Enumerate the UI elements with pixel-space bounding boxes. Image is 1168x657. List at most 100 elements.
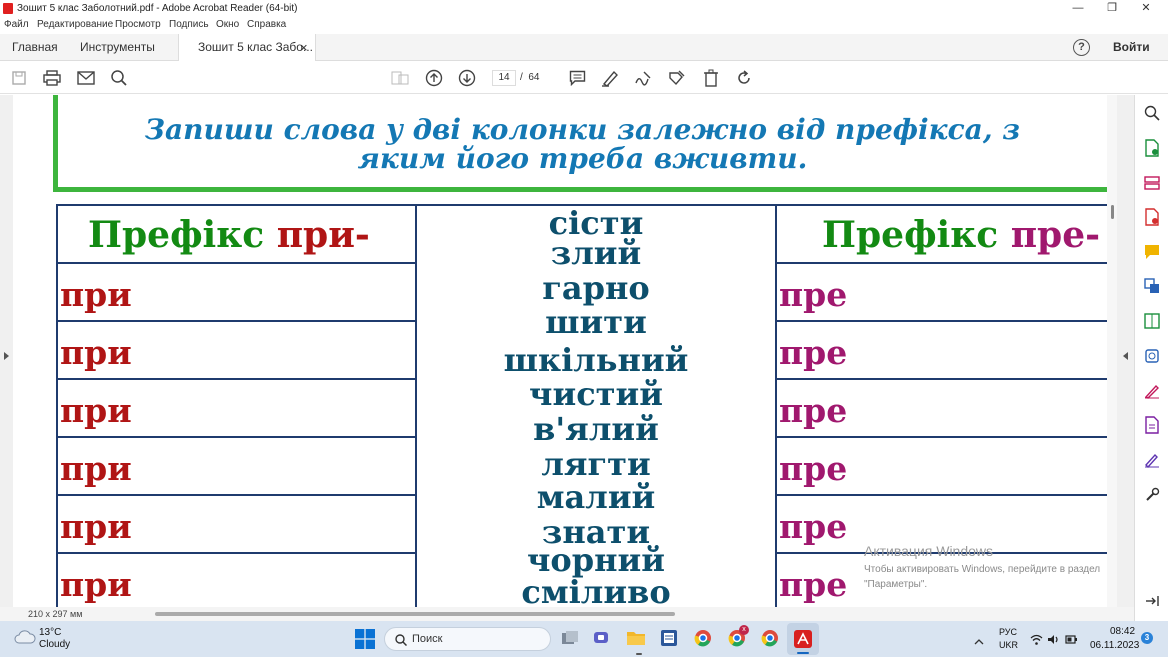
highlight-pen-icon[interactable] [600, 68, 620, 88]
edit-tag-icon[interactable] [667, 68, 687, 88]
right-tools-panel [1134, 95, 1168, 621]
file-explorer-icon[interactable] [626, 629, 646, 647]
battery-icon[interactable] [1065, 632, 1078, 644]
draw-sign-icon[interactable] [633, 68, 653, 88]
weather-cloud-icon[interactable] [14, 630, 36, 644]
combine-files-icon[interactable] [1143, 277, 1161, 295]
left-header-word: Префікс [88, 214, 265, 256]
right-cell-prefix: пре [779, 449, 848, 488]
word-item: в'ялий [533, 410, 659, 448]
menu-edit[interactable]: Редактирование [37, 19, 113, 30]
page-total: / 64 [520, 72, 539, 83]
acrobat-icon [794, 630, 812, 648]
expand-right-panel-icon[interactable] [1123, 352, 1128, 360]
scan-ocr-icon[interactable] [1143, 347, 1161, 365]
clock-time[interactable]: 08:42 [1110, 626, 1135, 637]
input-language[interactable]: РУС [999, 627, 1017, 637]
word-app-icon[interactable] [660, 629, 678, 647]
menu-help[interactable]: Справка [247, 19, 286, 30]
compress-pdf-icon[interactable] [1143, 312, 1161, 330]
document-view[interactable]: Запиши слова у дві колонки залежно від п… [13, 95, 1107, 607]
left-cell-prefix: при [60, 507, 132, 546]
horizontal-scroll-thumb[interactable] [155, 612, 675, 616]
page-number-input[interactable]: 14 [492, 70, 516, 86]
tab-home[interactable]: Главная [12, 34, 58, 61]
search-placeholder: Поиск [412, 633, 443, 645]
search-tool-icon[interactable] [1143, 104, 1161, 122]
page-thumbnail-icon[interactable] [390, 68, 410, 88]
row-line [56, 378, 417, 380]
tab-tools[interactable]: Инструменты [80, 34, 155, 61]
page-separator: / [520, 72, 523, 83]
tab-bar: Главная Инструменты Зошит 5 клас Забо...… [0, 34, 1168, 61]
task-instruction: Запиши слова у дві колонки залежно від п… [53, 95, 1107, 192]
right-panel-collapsed[interactable] [1117, 95, 1134, 607]
comment-tool-icon[interactable] [1143, 243, 1161, 261]
row-line [775, 494, 1107, 496]
row-line [775, 436, 1107, 438]
menu-file[interactable]: Файл [4, 19, 29, 30]
word-item: лягти [541, 445, 651, 483]
left-cell-prefix: при [60, 565, 132, 604]
minimize-button[interactable]: — [1061, 1, 1095, 16]
left-panel-collapsed[interactable] [0, 95, 13, 607]
tab-close-button[interactable]: × [300, 34, 308, 61]
instruction-line-1: Запиши слова у дві колонки залежно від п… [144, 113, 1021, 146]
chrome-icon[interactable] [694, 629, 712, 647]
email-icon[interactable] [76, 68, 96, 88]
volume-icon[interactable] [1047, 632, 1061, 644]
zoom-search-icon[interactable] [109, 68, 129, 88]
row-line [775, 262, 1107, 264]
word-item: гарно [542, 269, 650, 307]
taskbar-search-box[interactable]: Поиск [384, 627, 551, 651]
right-cell-prefix: пре [779, 507, 848, 546]
delete-icon[interactable] [701, 68, 721, 88]
next-page-icon[interactable] [457, 68, 477, 88]
expand-left-panel-icon[interactable] [4, 352, 9, 360]
comment-icon[interactable] [567, 68, 587, 88]
menu-sign[interactable]: Подпись [169, 19, 209, 30]
save-icon[interactable] [9, 68, 29, 88]
left-cell-prefix: при [60, 391, 132, 430]
create-pdf-icon[interactable] [1143, 139, 1161, 157]
active-indicator [797, 652, 809, 654]
left-cell-prefix: при [60, 275, 132, 314]
organize-pages-icon[interactable] [1143, 174, 1161, 192]
collapse-panel-icon[interactable] [1143, 592, 1161, 610]
right-column-header: Префікс пре- [822, 214, 1100, 256]
request-signature-icon[interactable] [1143, 451, 1161, 469]
previous-page-icon[interactable] [424, 68, 444, 88]
acrobat-taskbar-button[interactable] [787, 623, 819, 655]
clock-date[interactable]: 06.11.2023 [1090, 640, 1139, 651]
row-line [56, 552, 417, 554]
vertical-scroll-thumb[interactable] [1111, 205, 1114, 219]
wifi-icon[interactable] [1030, 632, 1043, 645]
help-icon[interactable]: ? [1073, 39, 1090, 56]
rotate-icon[interactable] [734, 68, 754, 88]
start-icon[interactable] [355, 629, 375, 649]
vertical-scrollbar[interactable] [1107, 95, 1117, 607]
more-tools-icon[interactable] [1143, 486, 1161, 504]
activation-watermark-line2: "Параметры". [864, 579, 928, 590]
notification-badge[interactable]: 3 [1141, 632, 1153, 644]
signin-button[interactable]: Войти [1113, 34, 1150, 61]
task-view-icon[interactable] [561, 630, 579, 646]
menu-window[interactable]: Окно [216, 19, 239, 30]
word-item: чистий [529, 375, 663, 413]
right-cell-prefix: пре [779, 565, 848, 604]
show-hidden-icons-chevron-icon[interactable] [974, 633, 984, 645]
word-item: шити [545, 303, 647, 341]
edit-pdf-icon[interactable] [1143, 416, 1161, 434]
tab-document[interactable]: Зошит 5 клас Забо... × [178, 34, 316, 61]
menu-view[interactable]: Просмотр [115, 19, 161, 30]
keyboard-layout[interactable]: UKR [999, 640, 1018, 650]
fill-sign-icon[interactable] [1143, 382, 1161, 400]
restore-button[interactable]: ❐ [1095, 1, 1129, 16]
export-pdf-icon[interactable] [1143, 208, 1161, 226]
right-header-prefix: пре- [1010, 214, 1101, 256]
chrome-alt-icon[interactable] [761, 629, 779, 647]
menu-bar: Файл Редактирование Просмотр Подпись Окн… [0, 17, 1168, 34]
teams-chat-icon[interactable] [593, 629, 611, 647]
print-icon[interactable] [42, 68, 62, 88]
close-window-button[interactable]: ✕ [1129, 1, 1163, 16]
